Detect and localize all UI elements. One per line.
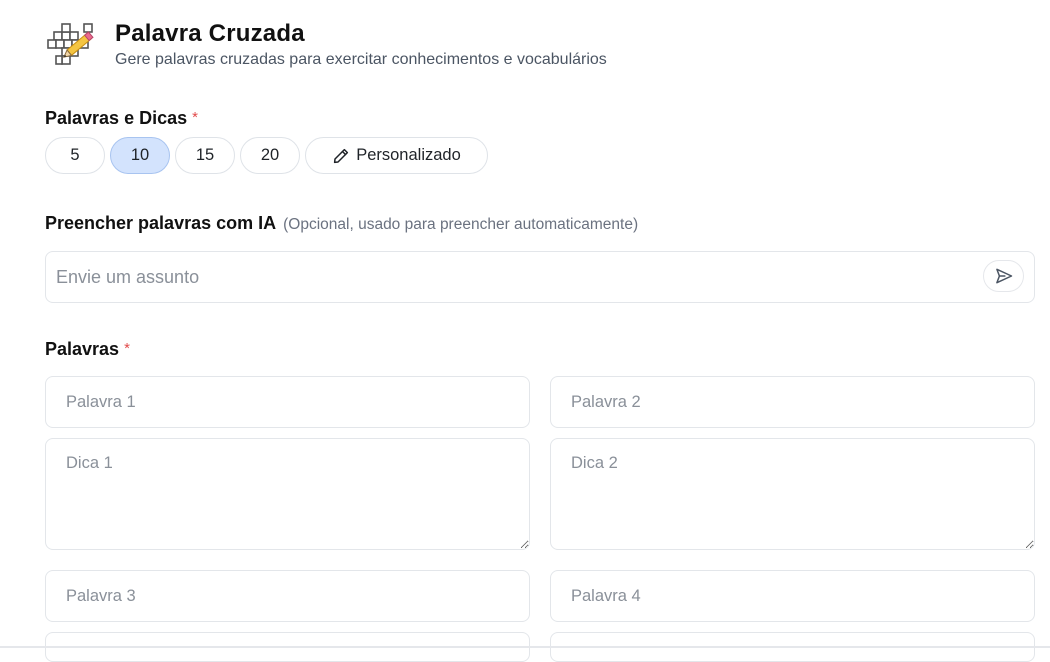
- page-header: Palavra Cruzada Gere palavras cruzadas p…: [46, 18, 946, 72]
- hint-textarea-1[interactable]: [45, 438, 530, 550]
- count-option-20[interactable]: 20: [240, 137, 300, 174]
- count-option-10[interactable]: 10: [110, 137, 170, 174]
- custom-count-label: Personalizado: [356, 146, 461, 164]
- word-input-2[interactable]: [550, 376, 1035, 428]
- required-mark: *: [124, 340, 130, 357]
- hint-textarea-2[interactable]: [550, 438, 1035, 550]
- ai-fill-optional-note: (Opcional, usado para preencher automati…: [283, 216, 639, 233]
- word-input-1[interactable]: [45, 376, 530, 428]
- count-option-15[interactable]: 15: [175, 137, 235, 174]
- word-input-4[interactable]: [550, 570, 1035, 622]
- words-and-hints-label-text: Palavras e Dicas: [45, 108, 188, 128]
- words-label-text: Palavras: [45, 339, 120, 359]
- page-title: Palavra Cruzada: [115, 20, 305, 47]
- pencil-icon: [334, 148, 349, 163]
- custom-count-button[interactable]: Personalizado: [305, 137, 488, 174]
- words-and-hints-label: Palavras e Dicas *: [45, 108, 198, 129]
- send-button[interactable]: [983, 260, 1024, 292]
- page-subtitle: Gere palavras cruzadas para exercitar co…: [115, 51, 607, 68]
- word-input-3[interactable]: [45, 570, 530, 622]
- subject-input[interactable]: [45, 251, 1035, 303]
- send-icon: [995, 268, 1012, 284]
- ai-fill-label: Preencher palavras com IA (Opcional, usad…: [45, 213, 638, 234]
- required-mark: *: [192, 109, 198, 126]
- ai-fill-label-text: Preencher palavras com IA: [45, 213, 277, 233]
- crossword-pencil-icon: [47, 23, 94, 65]
- words-label: Palavras *: [45, 339, 130, 360]
- count-option-5[interactable]: 5: [45, 137, 105, 174]
